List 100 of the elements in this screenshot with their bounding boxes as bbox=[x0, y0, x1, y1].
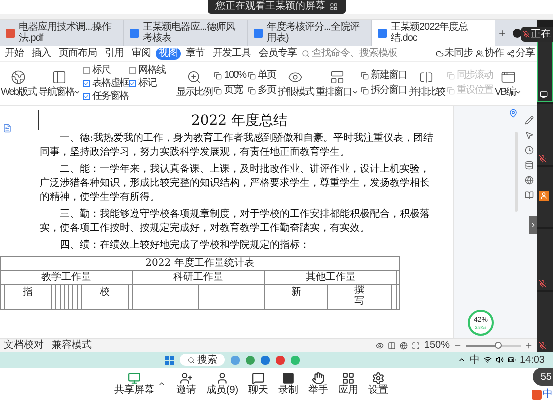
ribbon-button[interactable]: 显示比例 bbox=[176, 70, 212, 98]
monitor-icon bbox=[128, 372, 141, 384]
paragraph: 二、能：一学年来，我认真备课、上课，及时批改作业、讲评作业，设计上机实验，广泛涉猎各种知识，形成比较完整的知识结构，严格要求学生，尊重学生，发扬教学相长的精神，使学生学有所得。 bbox=[40, 163, 431, 205]
hand-icon bbox=[312, 372, 326, 384]
chat-icon bbox=[252, 372, 266, 384]
meeting-button[interactable]: 聊天 bbox=[248, 372, 269, 396]
document-title: 2022 年度总结 bbox=[190, 112, 289, 130]
toolbar-action[interactable]: 分享 bbox=[507, 48, 535, 60]
zoom-level[interactable]: 150% bbox=[424, 340, 450, 352]
window-icon bbox=[360, 87, 369, 95]
ribbon-button[interactable]: 并排比较 bbox=[408, 70, 445, 98]
menu-tab[interactable]: 插入 bbox=[29, 48, 54, 60]
table-header: 其他工作量 bbox=[264, 270, 397, 284]
window-icon bbox=[446, 72, 455, 80]
plus-icon bbox=[498, 28, 506, 38]
mic-muted-icon bbox=[539, 154, 547, 163]
side-tool-icon[interactable] bbox=[524, 161, 534, 170]
ribbon-button[interactable]: 重排窗口 bbox=[316, 70, 359, 98]
mic-muted-icon bbox=[539, 280, 547, 288]
status-item[interactable]: 文档校对 bbox=[4, 340, 44, 352]
meeting-button[interactable]: 邀请 bbox=[176, 372, 196, 396]
menu-tab[interactable]: 开始 bbox=[2, 48, 27, 60]
side-tool-icon[interactable] bbox=[524, 146, 534, 155]
ribbon-small-button[interactable]: 拆分窗口 bbox=[360, 85, 407, 97]
eye-icon[interactable] bbox=[376, 342, 384, 350]
ribbon-button[interactable]: 导航窗格 bbox=[38, 70, 82, 98]
menu-tab[interactable]: 开发工具 bbox=[210, 48, 254, 60]
ribbon-button[interactable]: 护眼模式 bbox=[278, 70, 314, 98]
location-icon[interactable] bbox=[509, 109, 518, 118]
ribbon-small-button[interactable]: 单页 bbox=[248, 70, 276, 82]
table-cell: 校 bbox=[100, 287, 110, 298]
view-checkbox[interactable]: 网格线 bbox=[129, 64, 174, 76]
fit-icon[interactable] bbox=[412, 342, 420, 350]
battery-icon[interactable] bbox=[508, 356, 516, 364]
menu-tab[interactable]: 会员专享 bbox=[256, 48, 300, 60]
ribbon-small-button[interactable]: 多页 bbox=[248, 85, 276, 97]
meeting-button[interactable]: 设置 bbox=[368, 372, 389, 396]
ribbon-button[interactable]: Web版式 bbox=[1, 70, 36, 98]
ribbon-small-button[interactable]: 100% bbox=[214, 70, 246, 82]
menu-tab[interactable]: 视图 bbox=[156, 48, 181, 60]
toolbar-action[interactable]: 协作 bbox=[476, 48, 504, 60]
ribbon-small-button[interactable]: 页宽 bbox=[214, 85, 246, 97]
menu-tab[interactable]: 页面布局 bbox=[56, 48, 100, 60]
globe-icon bbox=[11, 70, 26, 84]
paragraph: 一、德:我热爱我的工作，身为教育工作者我感到骄傲和自豪。平时我注重仪表，团结同事，坚持政治学习，努力实践科学发展观，有责任地正面教育学生。 bbox=[40, 132, 434, 160]
menu-tab[interactable]: 章节 bbox=[183, 48, 208, 60]
meeting-button[interactable]: 录制 bbox=[278, 372, 299, 396]
window-icon bbox=[214, 87, 222, 95]
window-icon bbox=[248, 72, 256, 80]
paragraph: 三、勤：我能够遵守学校各项规章制度，对于学校的工作安排都能积极配合，积极落实，使各项工作按时、按规定完成好，对教育教学工作勤奋踏实，有实效。 bbox=[40, 208, 431, 236]
view-checkbox[interactable]: 标记 bbox=[129, 78, 174, 90]
windows-icon bbox=[330, 70, 345, 84]
collapse-toggle[interactable] bbox=[529, 216, 537, 234]
volume-icon[interactable] bbox=[496, 356, 504, 364]
taskbar-search[interactable]: 搜索 bbox=[180, 354, 226, 366]
tray-expand-icon[interactable] bbox=[458, 356, 466, 364]
mic-muted-icon bbox=[539, 342, 547, 350]
menu-icon[interactable] bbox=[330, 3, 338, 11]
caret-icon[interactable] bbox=[158, 380, 166, 388]
participant-badge: 55 bbox=[533, 368, 553, 386]
toolbar-action[interactable]: 未同步 bbox=[436, 48, 473, 60]
table-cell: 新 bbox=[291, 287, 302, 298]
speaker-badge: 正在 bbox=[521, 27, 553, 42]
web-view-icon[interactable] bbox=[400, 342, 408, 350]
windows-start-icon[interactable] bbox=[165, 356, 174, 364]
meeting-button[interactable]: 应用 bbox=[338, 372, 359, 396]
table-header: 教学工作量 bbox=[0, 270, 133, 284]
window-icon bbox=[446, 87, 455, 95]
window-icon bbox=[214, 72, 222, 80]
text-cursor bbox=[38, 110, 39, 130]
view-checkbox[interactable]: 标尺 bbox=[83, 64, 128, 76]
view-checkbox[interactable]: 表格虚框 bbox=[83, 78, 128, 90]
ribbon-button[interactable]: VB编 bbox=[494, 70, 522, 98]
cloud-icon bbox=[436, 50, 444, 58]
split-icon bbox=[419, 70, 434, 84]
menu-tab[interactable]: 审阅 bbox=[129, 48, 154, 60]
ribbon-small-button[interactable]: 新建窗口 bbox=[360, 70, 407, 82]
side-tool-icon[interactable] bbox=[524, 191, 534, 200]
side-tool-icon[interactable] bbox=[524, 176, 534, 185]
screen-share-icon bbox=[540, 91, 548, 100]
command-search-field[interactable]: 查找命令、搜索模板 bbox=[302, 48, 400, 60]
view-checkbox[interactable]: 任务窗格 bbox=[83, 90, 128, 102]
pdf-file-icon bbox=[6, 28, 15, 38]
wifi-icon[interactable] bbox=[484, 356, 492, 364]
apps-icon bbox=[342, 372, 356, 384]
side-tool-icon[interactable] bbox=[524, 131, 534, 140]
table-cell: 撰写 bbox=[354, 285, 365, 307]
side-tool-icon[interactable] bbox=[524, 116, 534, 125]
zoom-in-icon[interactable] bbox=[525, 342, 533, 350]
status-item[interactable]: 兼容模式 bbox=[52, 340, 92, 352]
view-mode-icon[interactable] bbox=[388, 342, 396, 350]
menu-tab[interactable]: 引用 bbox=[102, 48, 127, 60]
clock[interactable]: 14:03 bbox=[520, 354, 545, 366]
ime-indicator[interactable]: 中 bbox=[532, 389, 553, 400]
meeting-button[interactable]: 共享屏幕 bbox=[114, 372, 154, 396]
meeting-button[interactable]: 成员(9) bbox=[206, 372, 239, 396]
share-icon bbox=[507, 50, 515, 58]
document-tab[interactable]: 王某颖2022年度总结.doc bbox=[372, 20, 495, 46]
meeting-button[interactable]: 举手 bbox=[308, 372, 329, 396]
input-method[interactable]: 中 bbox=[470, 354, 480, 366]
